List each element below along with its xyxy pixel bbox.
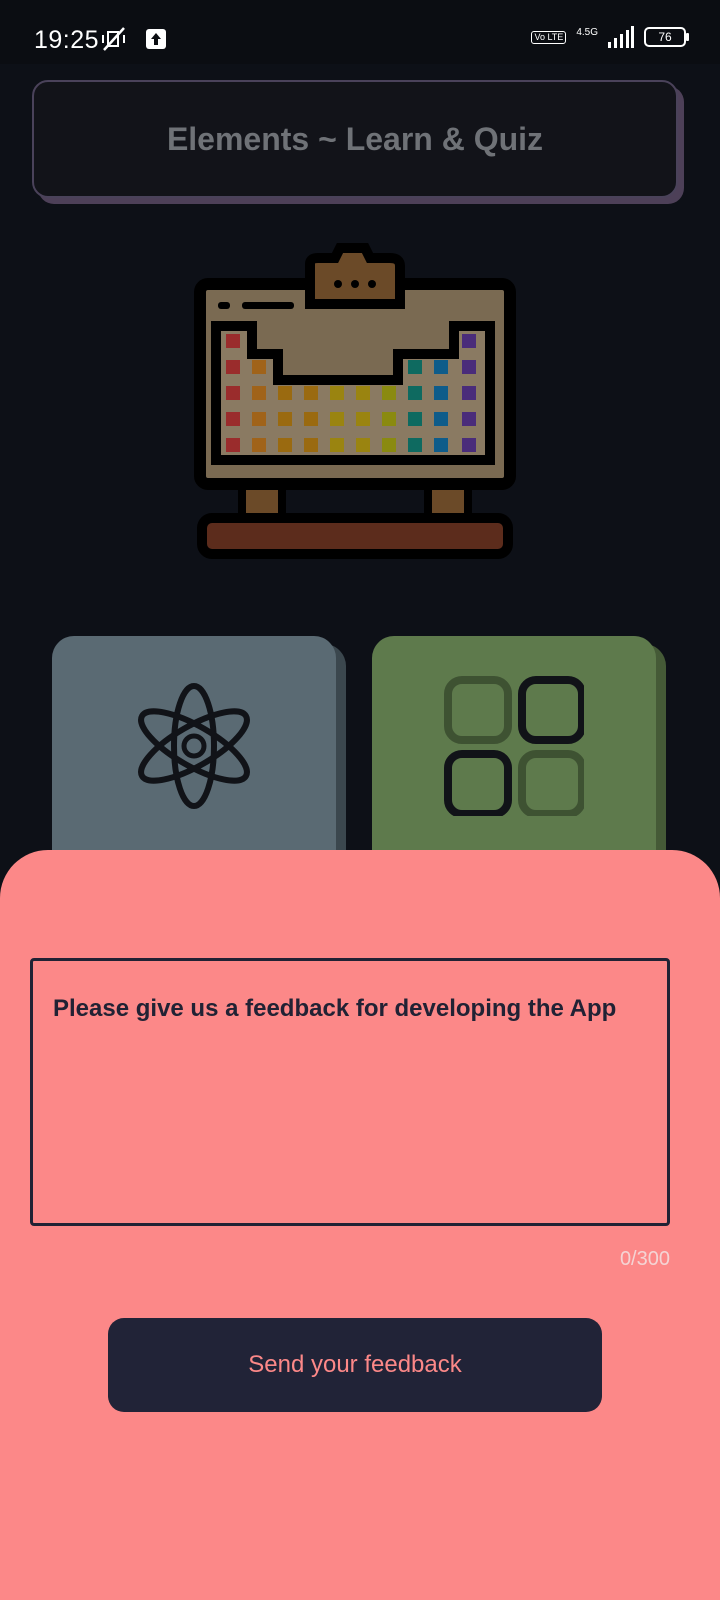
battery-indicator: 76	[644, 27, 689, 47]
character-counter: 0/300	[619, 1248, 670, 1270]
status-bar: 19:25 Vo LTE 4.5G 76	[0, 0, 720, 64]
status-notification-icons	[100, 26, 166, 52]
feedback-placeholder: Please give us a feedback for developing…	[53, 995, 617, 1022]
feedback-sheet: Please give us a feedback for developing…	[0, 850, 720, 1600]
title-card: Elements ~ Learn & Quiz	[32, 80, 678, 198]
grid-icon	[444, 676, 584, 816]
learn-elements-tile[interactable]	[52, 636, 336, 876]
status-time: 19:25	[34, 26, 100, 54]
atom-icon	[138, 683, 250, 809]
periodic-table-board-icon	[194, 243, 516, 559]
feedback-input[interactable]: Please give us a feedback for developing…	[30, 958, 670, 1226]
signal-icon	[608, 26, 634, 48]
status-system-icons: Vo LTE 4.5G 76	[531, 26, 689, 48]
send-feedback-button[interactable]: Send your feedback	[108, 1318, 602, 1412]
quiz-tile[interactable]	[372, 636, 656, 876]
upload-icon	[146, 29, 166, 49]
network-type: 4.5G	[576, 26, 598, 38]
mute-vibrate-icon	[102, 27, 125, 51]
app-title: Elements ~ Learn & Quiz	[166, 120, 544, 157]
volte-badge: Vo LTE	[531, 30, 567, 44]
